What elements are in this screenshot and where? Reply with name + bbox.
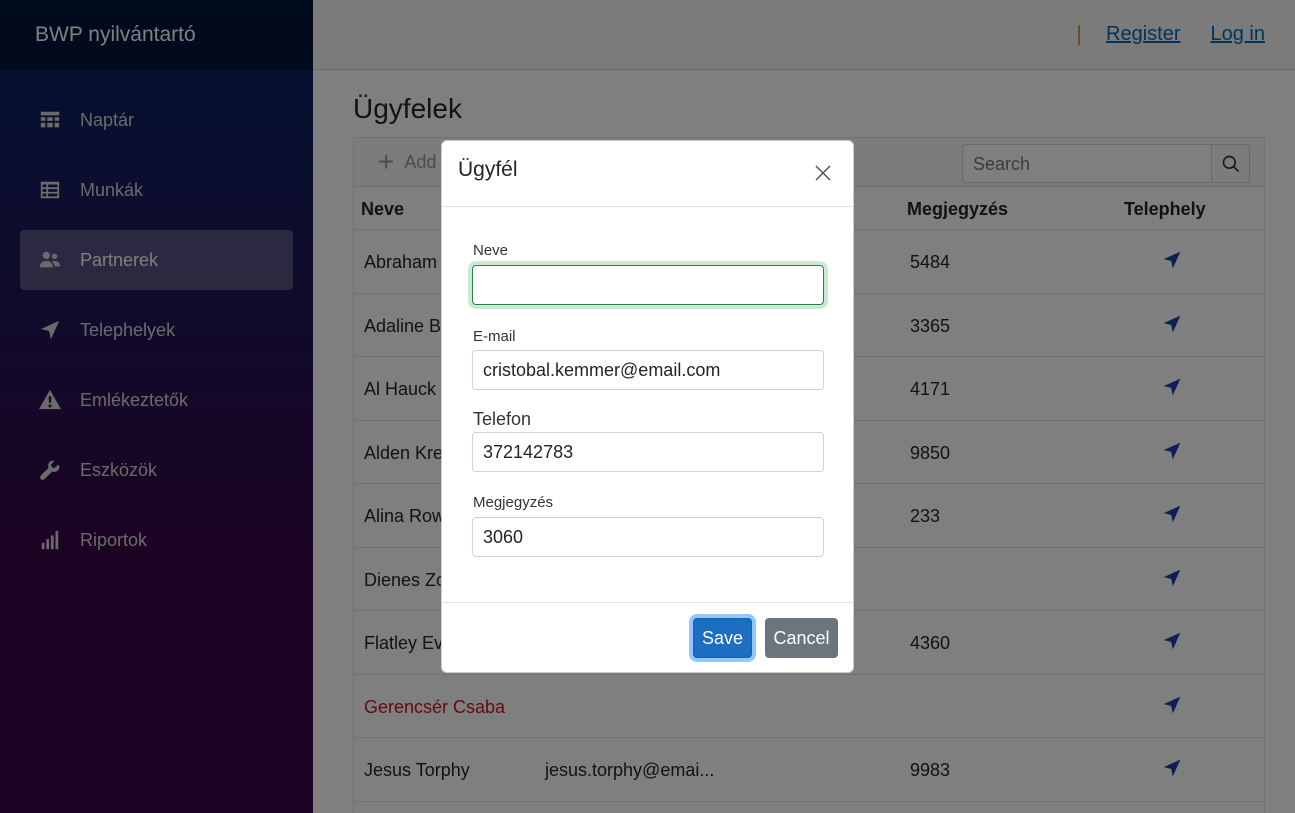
save-button[interactable]: Save bbox=[693, 618, 752, 658]
note-label: Megjegyzés bbox=[473, 494, 554, 511]
modal-title: Ügyfél bbox=[458, 158, 518, 181]
modal-body: Neve E-mail cristobal.kemmer@email.com T… bbox=[442, 207, 853, 602]
name-label: Neve bbox=[473, 242, 509, 259]
email-label: E-mail bbox=[473, 328, 516, 345]
email-field[interactable]: cristobal.kemmer@email.com bbox=[472, 350, 824, 390]
close-icon bbox=[815, 165, 831, 181]
client-modal: Ügyfél Neve E-mail cristobal.kemmer@emai… bbox=[441, 140, 854, 673]
modal-footer: Save Cancel bbox=[442, 602, 853, 674]
modal-header: Ügyfél bbox=[442, 141, 853, 207]
phone-label: Telefon bbox=[473, 409, 532, 429]
name-field[interactable] bbox=[472, 265, 824, 305]
phone-field[interactable]: 372142783 bbox=[472, 432, 824, 472]
close-button[interactable] bbox=[811, 161, 835, 185]
note-field[interactable]: 3060 bbox=[472, 517, 824, 557]
cancel-button[interactable]: Cancel bbox=[765, 618, 838, 658]
